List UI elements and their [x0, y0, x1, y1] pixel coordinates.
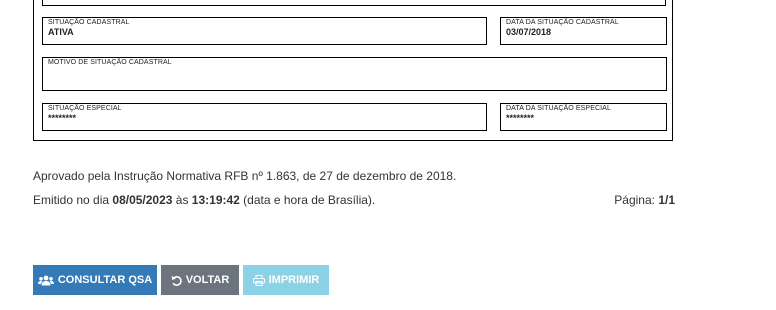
pagina-value: 1/1 [658, 193, 675, 207]
users-icon [37, 275, 54, 286]
voltar-label: VOLTAR [185, 274, 230, 286]
imprimir-label: IMPRIMIR [268, 274, 320, 286]
undo-icon [171, 275, 182, 286]
situacao-especial-value: ******** [48, 113, 77, 123]
emitido-date: 08/05/2023 [112, 193, 173, 207]
data-situacao-especial-label: DATA DA SITUAÇÃO ESPECIAL [506, 105, 611, 112]
consultar-qsa-button[interactable]: CONSULTAR QSA [33, 265, 157, 295]
imprimir-button[interactable]: IMPRIMIR [243, 265, 329, 295]
data-situacao-cadastral-label: DATA DA SITUAÇÃO CADASTRAL [506, 19, 619, 26]
data-situacao-cadastral-field: DATA DA SITUAÇÃO CADASTRAL 03/07/2018 [500, 17, 667, 45]
consultar-qsa-label: CONSULTAR QSA [57, 274, 153, 286]
situacao-cadastral-value: ATIVA [48, 27, 74, 37]
data-situacao-cadastral-value: 03/07/2018 [506, 27, 552, 37]
emitido-suffix: (data e hora de Brasília). [239, 193, 376, 207]
situacao-especial-field: SITUAÇÃO ESPECIAL ******** [42, 103, 487, 131]
data-situacao-especial-field: DATA DA SITUAÇÃO ESPECIAL ******** [500, 103, 667, 131]
pagina-label: Página: [614, 193, 659, 207]
motivo-situacao-field: MOTIVO DE SITUAÇÃO CADASTRAL [42, 57, 667, 91]
voltar-button[interactable]: VOLTAR [161, 265, 239, 295]
situacao-cadastral-label: SITUAÇÃO CADASTRAL [48, 19, 130, 26]
situacao-especial-label: SITUAÇÃO ESPECIAL [48, 105, 122, 112]
emitido-prefix: Emitido no dia [33, 193, 113, 207]
motivo-situacao-label: MOTIVO DE SITUAÇÃO CADASTRAL [48, 59, 172, 66]
previous-field-box [42, 0, 666, 6]
emitido-mid: às [172, 193, 192, 207]
emitido-time: 13:19:42 [191, 193, 240, 207]
data-situacao-especial-value: ******** [506, 113, 535, 123]
aprovado-text: Aprovado pela Instrução Normativa RFB nº… [33, 169, 457, 183]
print-icon [252, 274, 265, 286]
situacao-cadastral-field: SITUAÇÃO CADASTRAL ATIVA [42, 17, 487, 45]
emitido-text: Emitido no dia 08/05/2023 às 13:19:42 (d… [33, 193, 375, 207]
pagina-indicator: Página: 1/1 [614, 193, 675, 207]
cnpj-card: SITUAÇÃO CADASTRAL ATIVA DATA DA SITUAÇÃ… [33, 0, 673, 141]
